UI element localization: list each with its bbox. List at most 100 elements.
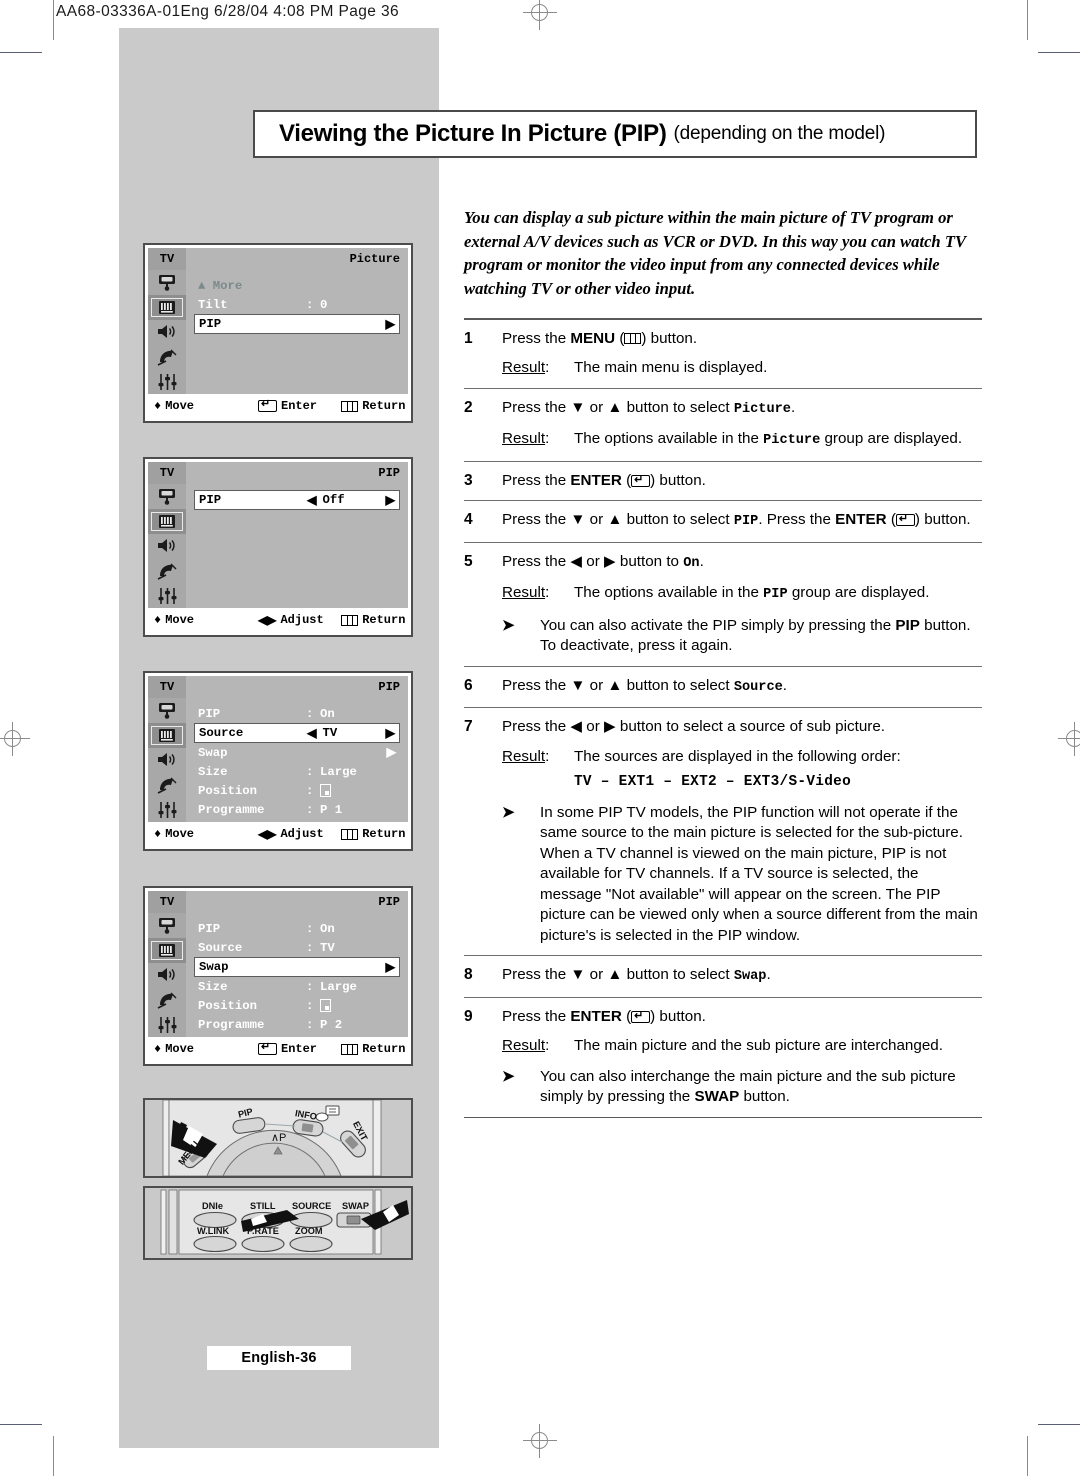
step-number: 4 xyxy=(464,511,473,529)
osd-row-selected[interactable]: Swap ▶ xyxy=(194,957,400,977)
step-item: 2 Press the ▼ or ▲ button to select Pict… xyxy=(464,389,982,461)
osd-row-value: 0 xyxy=(320,297,328,312)
osd-row[interactable]: PIP : On xyxy=(194,704,400,723)
osd-screenshot-pip-off: TV PIP PIP ◀ Off ▶ ♦ Move ◀▶ Adjust Retu… xyxy=(143,457,413,637)
osd-row-key: Size xyxy=(198,979,228,994)
step-item: 8 Press the ▼ or ▲ button to select Swap… xyxy=(464,956,982,997)
osd-row-key: Source xyxy=(198,940,243,955)
step-number: 1 xyxy=(464,329,473,347)
osd-row-value: P 1 xyxy=(320,802,343,817)
note-arrow-icon: ➤ xyxy=(502,1067,515,1085)
source-order-list: TV – EXT1 – EXT2 – EXT3/S-Video xyxy=(574,774,852,791)
osd-footer-move: Move xyxy=(165,827,195,841)
osd-row-key: PIP xyxy=(198,921,221,936)
step-mono-term: PIP xyxy=(733,514,759,530)
osd-item-list: ▲ More Tilt :0 PIP ▶ xyxy=(186,270,408,394)
osd-screenshot-pip-swap: TV PIP PIP: On Source: TV Swap ▶ Size … xyxy=(143,886,413,1066)
osd-row-colon: : xyxy=(306,1017,314,1032)
position-icon xyxy=(320,999,331,1012)
note-arrow-icon: ➤ xyxy=(502,616,515,634)
step-text-post: button. xyxy=(646,329,698,347)
step-text-post: . xyxy=(782,676,788,694)
crop-mark-top-left-vertical xyxy=(53,0,54,40)
enter-icon xyxy=(258,399,277,412)
osd-item-list: PIP : On Source ◀ TV ▶ Swap ▶ Size : Large xyxy=(186,698,408,822)
osd-title: PIP xyxy=(186,676,408,698)
step-mono-term: Picture xyxy=(733,401,791,417)
remote-button-label-swap: SWAP xyxy=(342,1201,370,1211)
osd-row[interactable]: Swap ▶ xyxy=(194,743,400,762)
step-number: 3 xyxy=(464,471,473,489)
up-down-icon: ♦ xyxy=(154,1042,162,1056)
step-text-post: button. xyxy=(655,1007,706,1025)
result-label: Result xyxy=(502,1037,546,1055)
osd-row[interactable]: Size : Large xyxy=(194,762,400,781)
osd-row[interactable]: Position : xyxy=(194,781,400,800)
up-down-icon: ♦ xyxy=(154,613,162,627)
step-text-pre: Press the ▼ or ▲ button to select xyxy=(502,676,734,694)
osd-row[interactable]: Programme : P 1 xyxy=(194,800,400,819)
crop-mark-top-right-vertical xyxy=(1027,0,1028,40)
registration-mark-right xyxy=(1058,722,1080,756)
osd-row[interactable]: PIP : On xyxy=(194,919,400,938)
page-title: Viewing the Picture In Picture (PIP) xyxy=(279,120,667,147)
osd-title: Picture xyxy=(186,248,408,270)
osd-footer-return: Return xyxy=(362,399,406,413)
osd-footer-action: Adjust xyxy=(280,613,324,627)
osd-row[interactable]: Position : xyxy=(194,996,400,1015)
osd-footer-action: Enter xyxy=(281,399,318,413)
osd-footer-return: Return xyxy=(362,1042,406,1056)
sliders-icon xyxy=(148,797,186,822)
result-text-pre: The options available in the xyxy=(574,584,764,602)
intro-paragraph: You can display a sub picture within the… xyxy=(464,208,966,298)
osd-row-key: PIP xyxy=(199,493,222,507)
result-text: The sources are displayed in the followi… xyxy=(574,747,901,765)
osd-footer: ♦Move Enter Return xyxy=(148,1037,408,1061)
osd-row-key: Position xyxy=(198,998,258,1013)
osd-row[interactable]: ▲ More xyxy=(194,276,400,295)
osd-row-colon: : xyxy=(306,706,314,721)
osd-row-key: PIP xyxy=(198,706,221,721)
osd-row-selected[interactable]: PIP ▶ xyxy=(194,314,400,334)
sliders-icon xyxy=(148,583,186,608)
osd-row-selected[interactable]: PIP ◀ Off ▶ xyxy=(194,490,400,510)
osd-row-key: Programme xyxy=(198,802,265,817)
remote-button-label-still: STILL xyxy=(250,1201,276,1211)
step-number: 7 xyxy=(464,718,473,736)
crop-mark-top-left-horizontal xyxy=(0,52,42,53)
step-item: 4 Press the ▼ or ▲ button to select PIP.… xyxy=(464,501,982,542)
osd-row-colon: : xyxy=(306,802,314,817)
enter-icon xyxy=(258,1042,277,1055)
osd-row-key: Position xyxy=(198,783,258,798)
menu-icon xyxy=(341,400,359,412)
osd-footer-return: Return xyxy=(362,613,406,627)
osd-row-colon: : xyxy=(306,764,314,779)
tv-monitor-icon xyxy=(148,484,186,509)
page-number-badge: English-36 xyxy=(207,1346,351,1370)
osd-row-value: Large xyxy=(320,979,357,994)
chevron-right-icon: ▶ xyxy=(385,493,395,508)
position-icon xyxy=(320,784,331,797)
up-down-icon: ♦ xyxy=(154,399,162,413)
remote-button-label-zoom: ZOOM xyxy=(295,1226,323,1236)
step-text-pre: Press the ◀ or ▶ button to xyxy=(502,552,684,570)
step-item: 1 Press the MENU () button. Result: The … xyxy=(464,320,982,388)
osd-row-selected[interactable]: Source ◀ TV ▶ xyxy=(194,723,400,743)
step-text-pre: Press the xyxy=(502,471,571,489)
osd-footer: ♦ Move ◀▶ Adjust Return xyxy=(148,608,408,632)
osd-title: PIP xyxy=(186,462,408,484)
osd-source-label: TV xyxy=(148,248,186,270)
osd-row[interactable]: Size : Large xyxy=(194,977,400,996)
step-item: 9 Press the ENTER () button. Result: The… xyxy=(464,998,982,1117)
osd-row-value: TV xyxy=(320,940,335,955)
osd-row[interactable]: Programme : P 2 xyxy=(194,1015,400,1034)
osd-row-colon: : xyxy=(306,297,314,312)
osd-row[interactable]: Source : TV xyxy=(194,938,400,957)
satellite-dish-icon xyxy=(148,772,186,797)
result-text: The main picture and the sub picture are… xyxy=(574,1037,943,1055)
osd-row-colon: : xyxy=(306,783,314,798)
osd-footer-return: Return xyxy=(362,827,406,841)
result-text-post: group are displayed. xyxy=(787,584,930,602)
registration-mark-bottom xyxy=(523,1424,557,1458)
osd-row[interactable]: Tilt :0 xyxy=(194,295,400,314)
